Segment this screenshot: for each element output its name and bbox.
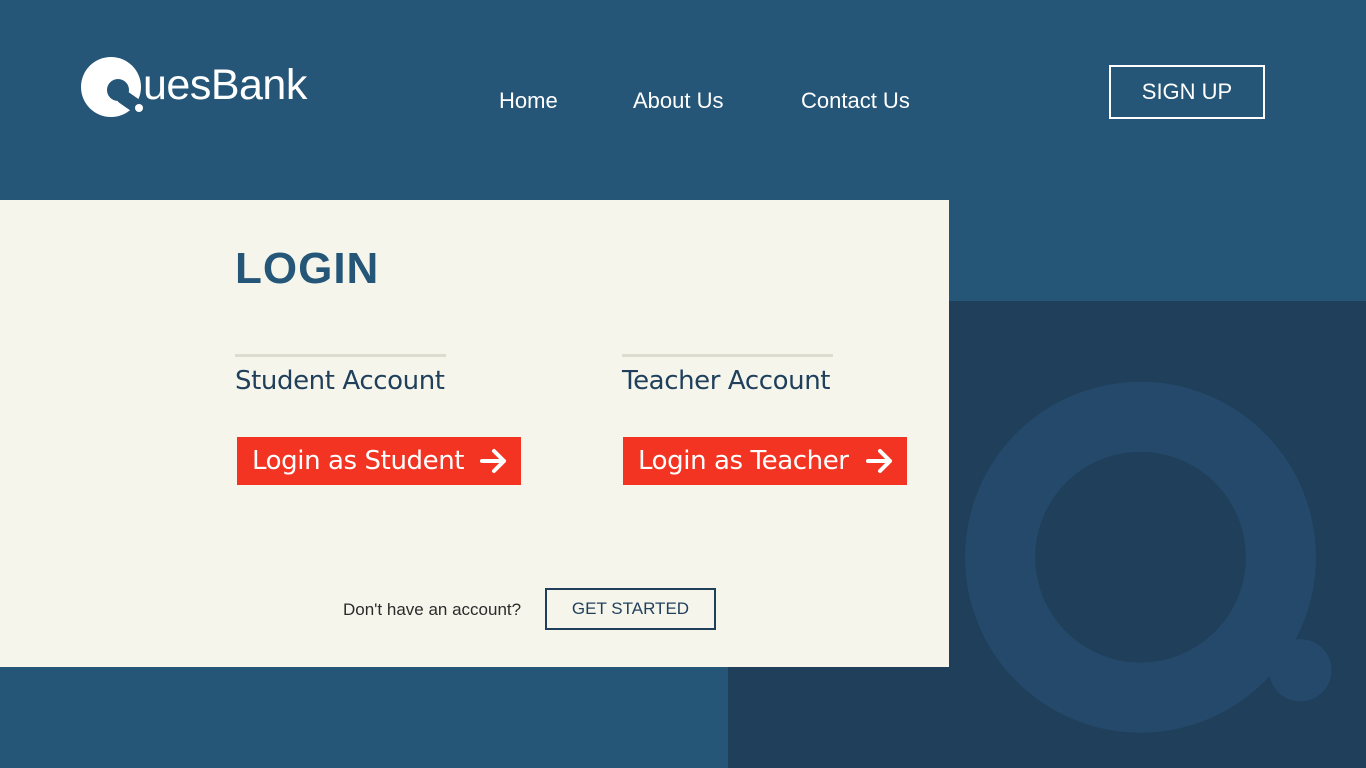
get-started-button[interactable]: GET STARTED: [545, 588, 716, 630]
student-divider: [235, 354, 446, 357]
nav-home-link[interactable]: Home: [499, 88, 558, 114]
login-panel: LOGIN Student Account Login as Student T…: [0, 200, 949, 667]
student-account-heading: Student Account: [235, 366, 445, 396]
nav-about-link[interactable]: About Us: [633, 88, 724, 114]
q-watermark-icon: [965, 381, 1332, 733]
signup-button[interactable]: SIGN UP: [1109, 65, 1265, 119]
teacher-account-heading: Teacher Account: [622, 366, 831, 396]
nav-contact-link[interactable]: Contact Us: [801, 88, 910, 114]
teacher-divider: [622, 354, 833, 357]
arrow-right-icon: [866, 449, 892, 473]
login-student-button[interactable]: Login as Student: [237, 437, 521, 485]
teacher-account-section: Teacher Account: [622, 354, 833, 396]
no-account-text: Don't have an account?: [343, 600, 522, 619]
login-teacher-label: Login as Teacher: [638, 446, 849, 476]
student-account-section: Student Account: [235, 354, 446, 396]
login-title: LOGIN: [235, 244, 380, 293]
arrow-right-icon: [480, 449, 506, 473]
login-teacher-button[interactable]: Login as Teacher: [623, 437, 907, 485]
login-student-label: Login as Student: [252, 446, 465, 476]
